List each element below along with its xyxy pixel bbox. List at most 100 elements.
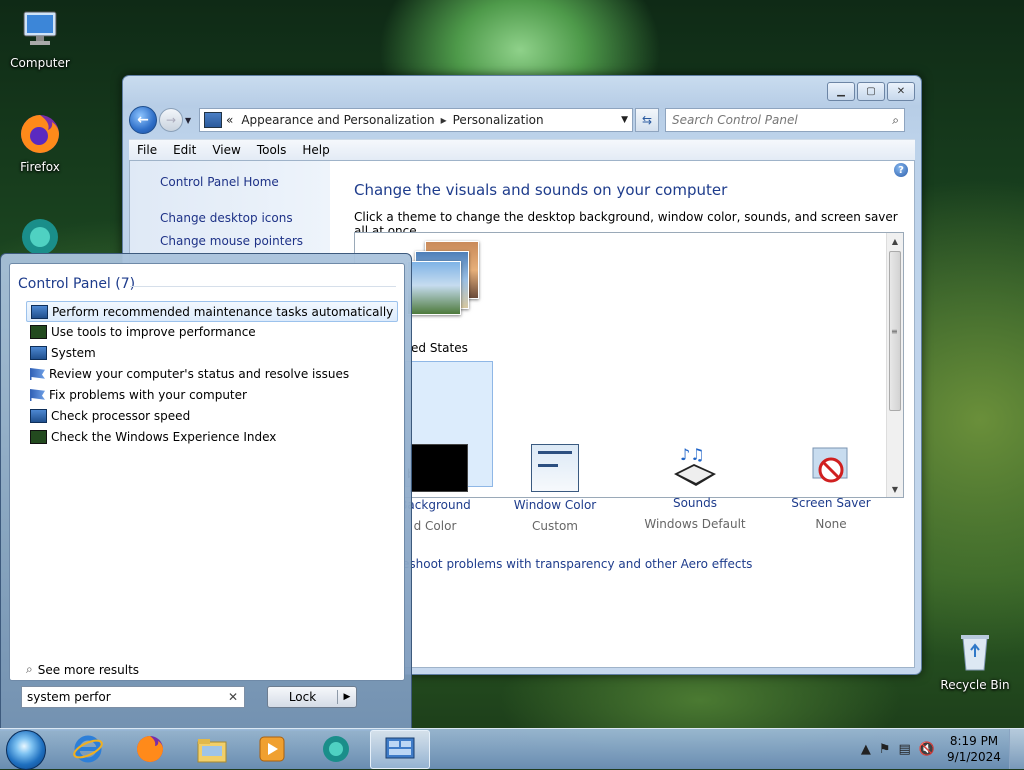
result-item[interactable]: Review your computer's status and resolv… [26, 364, 396, 384]
clock-date: 9/1/2024 [947, 750, 1001, 764]
caption-buttons: ▁ ▢ ✕ [827, 82, 915, 101]
volume-muted-icon[interactable]: 🔇 [919, 742, 935, 757]
start-search-value: system perfor [27, 690, 111, 704]
group-divider [130, 286, 396, 287]
arrow-right-icon: → [165, 113, 177, 127]
start-button[interactable] [6, 730, 46, 770]
desktop-icon-label: Recycle Bin [940, 678, 1010, 692]
search-box[interactable]: Search Control Panel ⌕ [665, 108, 905, 132]
window-color-value: Custom [532, 519, 578, 533]
result-item[interactable]: Use tools to improve performance [26, 322, 396, 342]
app-taskbar-icon[interactable] [320, 734, 352, 764]
see-more-label: See more results [37, 662, 140, 677]
address-bar[interactable]: « Appearance and Personalization ▸ Perso… [199, 108, 633, 132]
history-dropdown[interactable]: ▼ [185, 116, 195, 125]
maximize-button[interactable]: ▢ [857, 82, 885, 101]
grip-icon: ≡ [891, 327, 898, 336]
scroll-down-icon[interactable]: ▼ [887, 481, 903, 497]
result-label: Fix problems with your computer [49, 388, 247, 402]
performance-icon [30, 430, 47, 444]
control-panel-icon [31, 304, 48, 319]
result-item[interactable]: Check processor speed [26, 406, 396, 426]
sounds-link[interactable]: Sounds [635, 496, 755, 510]
control-panel-icon [30, 346, 47, 360]
menu-file[interactable]: File [129, 143, 165, 157]
result-label: Review your computer's status and resolv… [49, 367, 350, 381]
control-panel-icon [204, 112, 222, 128]
search-placeholder: Search Control Panel [672, 113, 798, 127]
refresh-icon: ⇆ [641, 113, 653, 127]
menu-help[interactable]: Help [294, 143, 337, 157]
theme-list-scrollbar[interactable]: ▲ ≡ ▼ [886, 233, 903, 497]
back-button[interactable]: ← [129, 106, 157, 134]
firefox-taskbar-icon[interactable] [134, 734, 166, 764]
search-results-pane: Control Panel (7) Perform recommended ma… [9, 263, 405, 681]
scroll-up-icon[interactable]: ▲ [887, 233, 903, 249]
help-icon[interactable]: ? [894, 163, 908, 177]
window-color-link[interactable]: Window Color [510, 498, 600, 512]
result-item[interactable]: Check the Windows Experience Index [26, 427, 396, 447]
address-overflow[interactable]: « [226, 113, 233, 127]
result-item[interactable]: System [26, 343, 396, 363]
notification-area: ▲ ⚑ ▤ 🔇 8:19 PM 9/1/2024 [857, 729, 1024, 769]
link-change-desktop-icons[interactable]: Change desktop icons [160, 211, 293, 225]
menu-tools[interactable]: Tools [249, 143, 295, 157]
desktop-icon-label: Computer [10, 56, 70, 70]
forward-button[interactable]: → [159, 108, 183, 132]
computer-icon [18, 8, 62, 52]
clock-time: 8:19 PM [949, 734, 999, 748]
window-color-setting[interactable]: Window Color Custom [510, 444, 600, 533]
show-hidden-icons-icon[interactable]: ▲ [861, 742, 871, 757]
minimize-button[interactable]: ▁ [827, 82, 855, 101]
clear-search-icon[interactable]: ✕ [223, 690, 238, 704]
media-player-icon[interactable] [256, 734, 288, 764]
start-search-input[interactable]: system perfor ✕ [21, 686, 245, 708]
link-change-mouse-pointers[interactable]: Change mouse pointers [160, 234, 303, 248]
clock[interactable]: 8:19 PM 9/1/2024 [939, 733, 1009, 765]
performance-icon [30, 325, 47, 339]
screen-saver-setting[interactable]: Screen Saver None [776, 444, 886, 531]
arrow-left-icon: ← [137, 112, 149, 128]
refresh-button[interactable]: ⇆ [635, 108, 659, 132]
action-center-flag-icon[interactable]: ⚑ [879, 742, 891, 757]
breadcrumb-personalization[interactable]: Personalization [453, 113, 544, 127]
file-explorer-icon[interactable] [196, 734, 228, 764]
address-dropdown-icon[interactable]: ▼ [621, 115, 628, 125]
result-item[interactable]: Perform recommended maintenance tasks au… [26, 301, 398, 322]
sounds-setting[interactable]: ♪♫ Sounds Windows Default [635, 444, 755, 531]
desktop-icon-firefox[interactable]: Firefox [2, 112, 78, 174]
see-more-results[interactable]: ⌕ See more results [26, 662, 139, 677]
breadcrumb-separator-icon[interactable]: ▸ [441, 113, 447, 127]
lock-button[interactable]: Lock ▶ [267, 686, 357, 708]
breadcrumb-appearance[interactable]: Appearance and Personalization [241, 113, 434, 127]
control-panel-icon [385, 737, 415, 759]
lock-label[interactable]: Lock [268, 690, 338, 704]
link-control-panel-home[interactable]: Control Panel Home [160, 175, 279, 189]
aero-troubleshoot-link[interactable]: eshoot problems with transparency and ot… [402, 557, 752, 571]
power-options-arrow-icon[interactable]: ▶ [338, 692, 356, 702]
menu-bar: File Edit View Tools Help [129, 139, 915, 161]
search-icon[interactable]: ⌕ [886, 113, 899, 128]
screen-saver-icon [809, 444, 853, 490]
desktop-icon-computer[interactable]: Computer [2, 8, 78, 70]
theme-thumbnail[interactable] [407, 241, 479, 315]
desktop-icon-recycle-bin[interactable]: Recycle Bin [937, 630, 1013, 692]
menu-edit[interactable]: Edit [165, 143, 204, 157]
close-button[interactable]: ✕ [887, 82, 915, 101]
internet-explorer-icon[interactable] [72, 734, 104, 764]
network-icon[interactable]: ▤ [899, 742, 911, 757]
sounds-icon: ♪♫ [670, 444, 720, 490]
results-group-title[interactable]: Control Panel (7) [18, 276, 135, 292]
result-label: Check processor speed [51, 409, 191, 423]
control-panel-taskbar-button[interactable] [370, 730, 430, 769]
taskbar: ▲ ⚑ ▤ 🔇 8:19 PM 9/1/2024 [0, 728, 1024, 770]
firefox-icon [18, 112, 62, 156]
screen-saver-link[interactable]: Screen Saver [776, 496, 886, 510]
show-desktop-button[interactable] [1009, 729, 1024, 769]
result-label: Perform recommended maintenance tasks au… [52, 304, 394, 319]
menu-view[interactable]: View [204, 143, 248, 157]
flag-icon [30, 368, 45, 380]
screen-saver-value: None [815, 517, 847, 531]
result-item[interactable]: Fix problems with your computer [26, 385, 396, 405]
result-label: Check the Windows Experience Index [51, 430, 277, 444]
